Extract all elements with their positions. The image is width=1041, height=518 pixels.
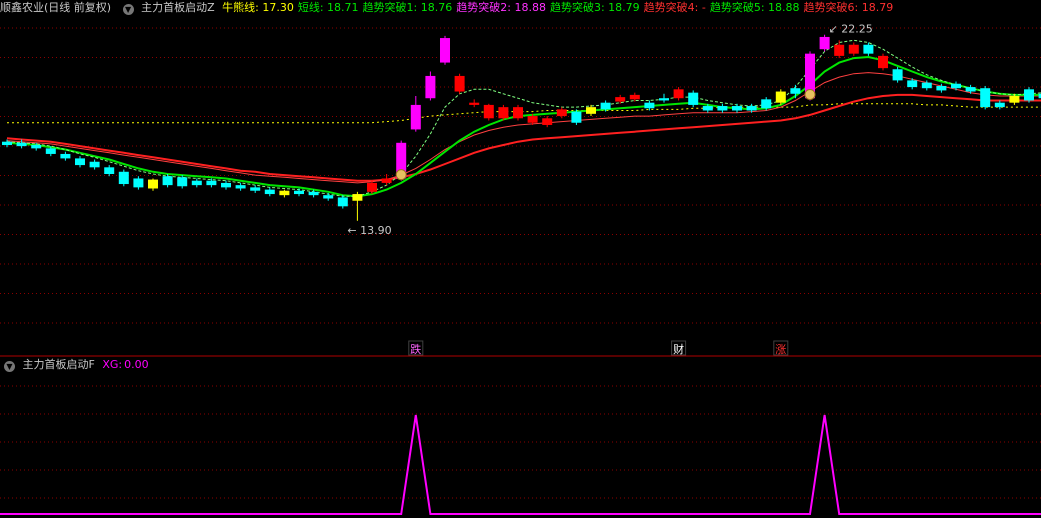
candle-body [819,36,830,50]
low-price-label: ← 13.90 [347,224,391,237]
candle-body [790,88,801,94]
ma-line-3 [6,72,1041,184]
candle-body [498,107,509,119]
candle-body [951,83,961,89]
candle-body [367,182,377,192]
candle-body [221,182,231,188]
candle-body [542,118,553,125]
candle-body [235,185,246,189]
candle-body [688,92,699,105]
candle-body [513,107,523,119]
candle-body [892,69,903,81]
candle-body [746,106,757,111]
candle-body [440,38,450,63]
candle-body [16,142,27,147]
candle-body [104,167,115,174]
candle-body [177,177,188,187]
candle-body [936,85,947,91]
candle-body [279,190,290,196]
candle-body [702,106,713,111]
candle-body [381,178,392,183]
signal-label-3: 涨 [775,343,786,356]
candle-body [323,195,334,199]
candle-body [586,107,596,114]
candle-body [264,189,275,195]
candle-body [980,88,991,108]
candle-body [848,44,859,54]
candle-body [629,94,640,100]
candle-body [878,55,888,69]
candle-body [75,158,85,166]
signal-label-1: 跌 [410,342,421,356]
candle-body [659,98,669,101]
candle-body [863,44,874,54]
candle-body [162,176,173,186]
ma-line-1 [7,103,1041,124]
candle-body [337,197,348,207]
candle-body [775,91,786,103]
candle-body [2,141,12,146]
candle-body [556,109,567,117]
candle-body [994,102,1005,108]
candle-body [761,99,772,109]
candle-body [308,191,319,196]
candle-body [89,161,100,168]
candle-body [1009,96,1020,103]
candle-body [352,194,363,201]
candle-body [206,180,217,186]
candle-body [673,89,684,99]
candle-body [834,44,845,56]
candle-body [454,75,465,92]
xg-line [0,414,1041,515]
candle-body [469,102,480,105]
candle-body [732,106,742,111]
ma-line-2 [6,93,1041,182]
candle-body [1024,89,1034,101]
signal-label-2: 财 [673,342,684,356]
candle-body [907,80,918,88]
candle-body [921,82,932,89]
candle-body [965,87,976,92]
high-price-label: ↙ 22.25 [829,23,873,36]
candle-body [250,187,261,191]
candle-body [45,148,56,154]
candle-body [60,153,71,159]
candle-body [483,104,494,119]
candle-body [644,102,655,109]
kline-chart[interactable]: ← 13.90 ↙ 22.25 跌 财 涨 [0,0,1041,518]
candle-body [148,179,158,189]
candle-body [615,97,626,102]
candle-body [717,106,728,111]
candle-body [294,190,304,195]
candle-body [118,171,129,185]
candle-body [191,180,202,186]
money-bag-icon [395,169,407,181]
candle-body [425,75,436,99]
candle-body [600,102,611,110]
candle-body [31,145,42,149]
candle-body [410,104,421,130]
candle-body [571,111,582,123]
candle-body [133,178,144,188]
candle-body [527,116,538,123]
money-bag-icon [804,88,816,100]
